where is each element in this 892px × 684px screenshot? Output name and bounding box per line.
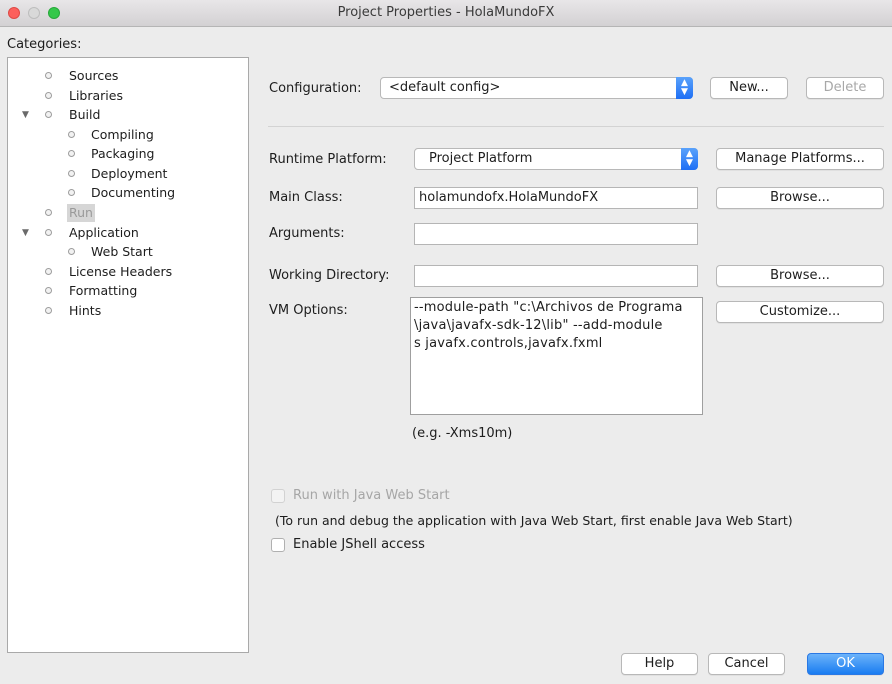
tree-item-label: Libraries bbox=[69, 88, 123, 103]
cancel-button[interactable]: Cancel bbox=[708, 653, 785, 675]
working-directory-label: Working Directory: bbox=[269, 268, 390, 283]
new-config-button[interactable]: New... bbox=[710, 77, 788, 99]
vm-options-textarea[interactable]: --module-path "c:\Archivos de Programa \… bbox=[410, 297, 703, 415]
tree-node-icon bbox=[45, 111, 52, 118]
tree-node-icon bbox=[68, 131, 75, 138]
tree-item-packaging[interactable]: Packaging bbox=[8, 145, 248, 163]
tree-item-label: Hints bbox=[69, 303, 102, 318]
expand-triangle-icon[interactable]: ▼ bbox=[22, 106, 29, 124]
tree-item-label: Run bbox=[67, 204, 95, 222]
delete-config-button[interactable]: Delete bbox=[806, 77, 884, 99]
vm-options-label: VM Options: bbox=[269, 303, 348, 318]
tree-item-compiling[interactable]: Compiling bbox=[8, 126, 248, 144]
configuration-label: Configuration: bbox=[269, 81, 362, 96]
tree-item-label: Documenting bbox=[91, 185, 176, 200]
project-properties-dialog: Project Properties - HolaMundoFX Categor… bbox=[0, 0, 892, 684]
tree-item-label: Formatting bbox=[69, 283, 138, 298]
tree-node-icon bbox=[45, 209, 52, 216]
tree-node-icon bbox=[68, 150, 75, 157]
working-directory-field[interactable] bbox=[414, 265, 698, 287]
ok-button[interactable]: OK bbox=[807, 653, 884, 675]
chevron-updown-icon: ▲ ▼ bbox=[676, 77, 693, 99]
runtime-platform-combo[interactable]: Project Platform ▲ ▼ bbox=[414, 148, 698, 170]
tree-item-application[interactable]: ▼ Application bbox=[8, 224, 248, 242]
enable-jshell-checkbox[interactable] bbox=[271, 538, 285, 552]
tree-item-sources[interactable]: Sources bbox=[8, 67, 248, 85]
run-with-web-start-checkbox[interactable] bbox=[271, 489, 285, 503]
vm-options-line: s javafx.controls,javafx.fxml bbox=[414, 336, 603, 351]
tree-node-icon bbox=[45, 268, 52, 275]
vm-options-hint: (e.g. -Xms10m) bbox=[412, 426, 513, 441]
tree-item-label: Web Start bbox=[91, 244, 153, 259]
tree-node-icon bbox=[45, 72, 52, 79]
tree-item-formatting[interactable]: Formatting bbox=[8, 282, 248, 300]
customize-vm-options-button[interactable]: Customize... bbox=[716, 301, 884, 323]
tree-item-build[interactable]: ▼ Build bbox=[8, 106, 248, 124]
vm-options-line: \java\javafx-sdk-12\lib" --add-module bbox=[414, 318, 663, 333]
tree-item-run[interactable]: Run bbox=[8, 204, 248, 222]
tree-item-label: Compiling bbox=[91, 127, 154, 142]
tree-item-web-start[interactable]: Web Start bbox=[8, 243, 248, 261]
main-class-browse-button[interactable]: Browse... bbox=[716, 187, 884, 209]
tree-node-icon bbox=[68, 248, 75, 255]
runtime-platform-label: Runtime Platform: bbox=[269, 152, 387, 167]
tree-node-icon bbox=[45, 92, 52, 99]
enable-jshell-label: Enable JShell access bbox=[293, 537, 425, 552]
categories-label: Categories: bbox=[7, 37, 82, 52]
tree-item-documenting[interactable]: Documenting bbox=[8, 184, 248, 202]
tree-item-label: Build bbox=[69, 107, 101, 122]
tree-node-icon bbox=[45, 307, 52, 314]
configuration-combo[interactable]: <default config> ▲ ▼ bbox=[380, 77, 693, 99]
tree-item-deployment[interactable]: Deployment bbox=[8, 165, 248, 183]
tree-item-label: Deployment bbox=[91, 166, 168, 181]
help-button[interactable]: Help bbox=[621, 653, 698, 675]
vm-options-line: --module-path "c:\Archivos de Programa bbox=[414, 300, 683, 315]
tree-node-icon bbox=[68, 189, 75, 196]
runtime-platform-value: Project Platform bbox=[429, 151, 533, 166]
working-directory-browse-button[interactable]: Browse... bbox=[716, 265, 884, 287]
tree-item-label: Packaging bbox=[91, 146, 155, 161]
main-class-field[interactable]: holamundofx.HolaMundoFX bbox=[414, 187, 698, 209]
tree-node-icon bbox=[45, 287, 52, 294]
main-class-label: Main Class: bbox=[269, 190, 343, 205]
run-with-web-start-label: Run with Java Web Start bbox=[293, 488, 450, 503]
arguments-label: Arguments: bbox=[269, 226, 345, 241]
tree-node-icon bbox=[68, 170, 75, 177]
web-start-note: (To run and debug the application with J… bbox=[275, 513, 793, 528]
tree-item-label: License Headers bbox=[69, 264, 173, 279]
tree-item-license-headers[interactable]: License Headers bbox=[8, 263, 248, 281]
tree-item-hints[interactable]: Hints bbox=[8, 302, 248, 320]
tree-item-libraries[interactable]: Libraries bbox=[8, 87, 248, 105]
tree-item-label: Sources bbox=[69, 68, 119, 83]
tree-item-label: Application bbox=[69, 225, 139, 240]
title-bar[interactable]: Project Properties - HolaMundoFX bbox=[0, 0, 892, 27]
arguments-field[interactable] bbox=[414, 223, 698, 245]
categories-tree[interactable]: Sources Libraries ▼ Build Compiling Pack… bbox=[7, 57, 249, 653]
tree-node-icon bbox=[45, 229, 52, 236]
window-title: Project Properties - HolaMundoFX bbox=[337, 5, 555, 20]
manage-platforms-button[interactable]: Manage Platforms... bbox=[716, 148, 884, 170]
section-divider bbox=[268, 126, 884, 127]
expand-triangle-icon[interactable]: ▼ bbox=[22, 224, 29, 242]
configuration-value: <default config> bbox=[389, 80, 501, 95]
chevron-updown-icon: ▲ ▼ bbox=[681, 148, 698, 170]
